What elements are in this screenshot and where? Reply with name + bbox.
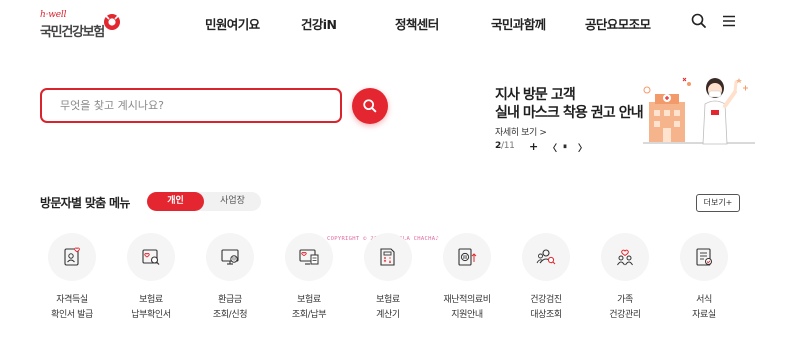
menu-item-qualification[interactable]: 자격득실 확인서 발급: [39, 233, 105, 325]
pager-count: 2/11: [495, 141, 515, 151]
nav-item-together[interactable]: 국민과함께: [491, 14, 546, 33]
menu-item-refund[interactable]: W 환급금 조회/신청: [197, 233, 263, 325]
won-upload-icon: W: [458, 248, 477, 266]
family-heart-icon: [617, 249, 633, 266]
search-button[interactable]: [352, 88, 388, 124]
toggle-personal[interactable]: 개인: [147, 192, 204, 211]
menu-item-label: 재난적의료비 지원안내: [443, 295, 491, 320]
menu-item-label: 보험료 조회/납부: [291, 295, 327, 320]
banner-more-link[interactable]: 자세히 보기 >: [495, 125, 547, 138]
search-icon[interactable]: [690, 12, 708, 30]
nav-item-health-in[interactable]: 건강iN: [301, 14, 337, 33]
menu-item-calculator[interactable]: 보험료 계산기: [355, 233, 421, 325]
svg-text:W: W: [463, 255, 468, 261]
menu-item-label: 보험료 계산기: [376, 295, 400, 320]
monitor-bill-icon: [299, 249, 319, 265]
menu-item-forms[interactable]: 서식 자료실: [671, 233, 737, 325]
menu-item-payment-cert[interactable]: 보험료 납부확인서: [118, 233, 184, 325]
menu-item-premium-pay[interactable]: 보험료 조회/납부: [276, 233, 342, 325]
nav-item-policy[interactable]: 정책센터: [395, 14, 439, 33]
search-box: [40, 88, 342, 123]
banner-illustration: [643, 77, 755, 145]
menu-item-label: 가족 건강관리: [609, 295, 641, 320]
monitor-won-icon: W: [221, 249, 239, 265]
banner-title-line1: 지사 방문 고객: [495, 87, 576, 103]
more-button[interactable]: 더보기+: [696, 194, 740, 212]
banner-title-line2: 실내 마스크 착용 권고 안내: [495, 105, 644, 121]
id-card-heart-icon: [64, 247, 80, 266]
pager-pause-button[interactable]: ⏸: [563, 142, 567, 152]
pager-next-button[interactable]: 〉: [578, 141, 587, 154]
section-title: 방문자별 맞춤 메뉴: [40, 196, 130, 210]
menu-item-label: 건강검진 대상조회: [530, 295, 562, 320]
menu-item-checkup[interactable]: 건강검진 대상조회: [513, 233, 579, 325]
menu-item-label: 서식 자료실: [692, 295, 716, 320]
document-search-icon: [142, 249, 160, 265]
menu-item-label: 환급금 조회/신청: [212, 295, 248, 320]
people-search-icon: [536, 249, 556, 265]
menu-item-label: 자격득실 확인서 발급: [51, 295, 93, 320]
form-document-icon: [696, 248, 712, 266]
search-icon: [363, 99, 377, 113]
pager-add-button[interactable]: +: [529, 140, 538, 153]
nav-item-about[interactable]: 공단요모조모: [585, 14, 651, 33]
hamburger-icon[interactable]: [720, 12, 738, 30]
menu-item-label: 보험료 납부확인서: [131, 295, 171, 320]
calculator-icon: [380, 248, 395, 266]
nav-item-civil[interactable]: 민원여기요: [205, 14, 260, 33]
main-nav: 민원여기요 건강iN 정책센터 국민과함께 공단요모조모: [0, 14, 800, 34]
toggle-business[interactable]: 사업장: [204, 192, 261, 211]
pager-prev-button[interactable]: 〈: [548, 141, 557, 154]
visitor-type-toggle: 개인 사업장: [147, 192, 261, 211]
menu-item-family[interactable]: 가족 건강관리: [592, 233, 658, 325]
search-input[interactable]: [42, 90, 340, 121]
svg-text:W: W: [232, 257, 236, 262]
menu-item-catastrophic[interactable]: W 재난적의료비 지원안내: [434, 233, 500, 325]
